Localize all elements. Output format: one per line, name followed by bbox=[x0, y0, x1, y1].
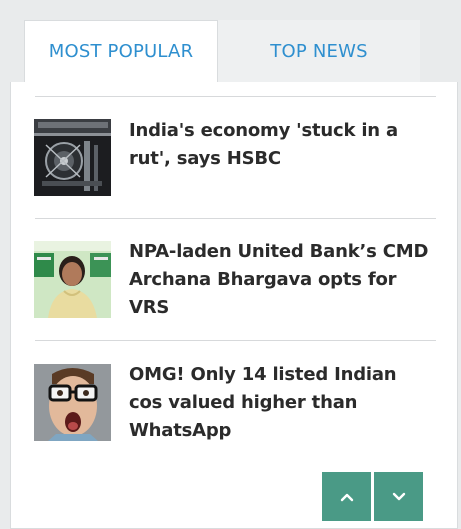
tab-top-news[interactable]: TOP NEWS bbox=[218, 20, 420, 82]
scroll-up-button[interactable] bbox=[322, 472, 371, 521]
list-item[interactable]: NPA-laden United Bank’s CMD Archana Bhar… bbox=[34, 241, 434, 321]
article-list: India's economy 'stuck in a rut', says H… bbox=[10, 82, 458, 529]
woman-portrait-image bbox=[34, 241, 111, 318]
surprised-man-image bbox=[34, 364, 111, 441]
chevron-down-icon bbox=[392, 492, 405, 500]
article-headline[interactable]: India's economy 'stuck in a rut', says H… bbox=[129, 117, 434, 173]
article-thumbnail[interactable] bbox=[34, 241, 111, 318]
most-popular-widget: MOST POPULAR TOP NEWS India's economy 's… bbox=[10, 14, 458, 529]
tab-most-popular[interactable]: MOST POPULAR bbox=[24, 20, 218, 82]
scroll-down-button[interactable] bbox=[374, 472, 423, 521]
divider bbox=[35, 96, 436, 97]
article-headline[interactable]: OMG! Only 14 listed Indian cos valued hi… bbox=[129, 361, 434, 445]
divider bbox=[35, 340, 436, 341]
article-headline[interactable]: NPA-laden United Bank’s CMD Archana Bhar… bbox=[129, 238, 434, 322]
list-item[interactable]: India's economy 'stuck in a rut', says H… bbox=[34, 119, 434, 199]
chevron-up-icon bbox=[340, 493, 353, 501]
article-thumbnail[interactable] bbox=[34, 119, 111, 196]
list-item[interactable]: OMG! Only 14 listed Indian cos valued hi… bbox=[34, 364, 434, 444]
divider bbox=[35, 218, 436, 219]
tab-bar: MOST POPULAR TOP NEWS bbox=[10, 14, 458, 82]
industrial-machinery-image bbox=[34, 119, 111, 196]
article-thumbnail[interactable] bbox=[34, 364, 111, 441]
